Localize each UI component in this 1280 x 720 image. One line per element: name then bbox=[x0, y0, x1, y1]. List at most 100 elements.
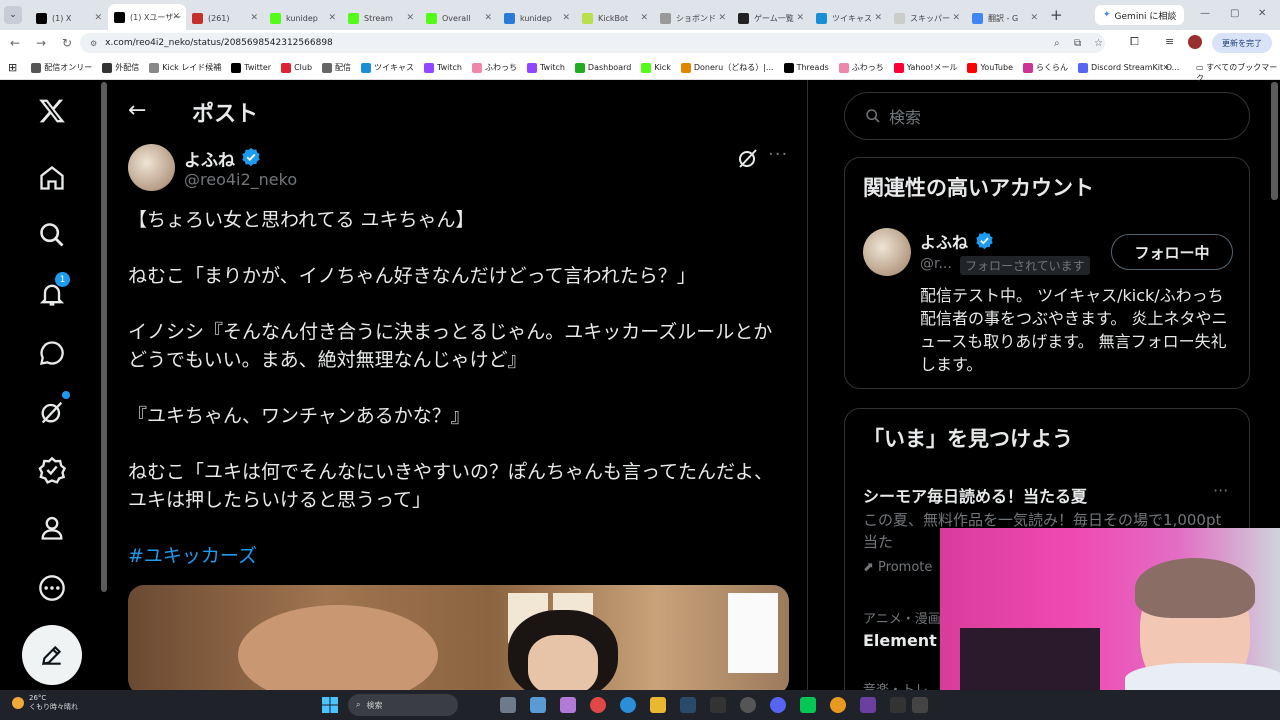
tab-close-icon[interactable]: ✕ bbox=[328, 13, 336, 23]
tab-close-icon[interactable]: ✕ bbox=[640, 13, 648, 23]
taskbar-search[interactable]: ⌕ 検索 bbox=[348, 694, 458, 716]
extensions-icon[interactable]: ⧠ bbox=[1130, 35, 1139, 49]
bookmark-item[interactable]: Kick レイド候補 bbox=[149, 62, 221, 73]
following-button[interactable]: フォロー中 bbox=[1111, 234, 1233, 270]
update-button[interactable]: 更新を完了 bbox=[1212, 33, 1272, 53]
back-arrow-icon[interactable]: ← bbox=[128, 98, 146, 123]
browser-tab[interactable]: ゲーム一覧 ✕ bbox=[732, 6, 810, 30]
bookmark-item[interactable]: ふわっち bbox=[838, 62, 884, 73]
tab-close-icon[interactable]: ✕ bbox=[406, 13, 414, 23]
windows-start-icon[interactable] bbox=[322, 697, 338, 713]
app-icon[interactable] bbox=[560, 697, 576, 713]
maximize-icon[interactable]: ▢ bbox=[1230, 8, 1239, 19]
browser-tab[interactable]: (1) Xユーザー ✕ bbox=[108, 4, 186, 30]
apps-icon[interactable]: ⊞ bbox=[8, 61, 17, 74]
home-icon[interactable] bbox=[33, 159, 71, 197]
edge-icon[interactable] bbox=[620, 697, 636, 713]
zoom-icon[interactable]: ⌕ bbox=[1054, 38, 1060, 49]
page-scrollbar[interactable] bbox=[101, 82, 107, 592]
bookmark-star-icon[interactable]: ☆ bbox=[1094, 38, 1103, 49]
file-explorer-icon[interactable] bbox=[650, 697, 666, 713]
account-avatar[interactable] bbox=[863, 228, 911, 276]
more-icon[interactable] bbox=[33, 569, 71, 607]
url-field[interactable]: ⚙ x.com/reo4i2_neko/status/2085698542312… bbox=[80, 33, 1105, 53]
notifications-icon[interactable]: 1 bbox=[33, 271, 71, 313]
tab-close-icon[interactable]: ✕ bbox=[952, 13, 960, 23]
bookmark-item[interactable]: 配信 bbox=[322, 62, 351, 73]
grok-explain-icon[interactable] bbox=[736, 146, 760, 170]
profile-icon[interactable] bbox=[33, 509, 71, 547]
browser-tab[interactable]: kunidep ✕ bbox=[264, 6, 342, 30]
bookmark-item[interactable]: 外配信 bbox=[102, 62, 139, 73]
author-handle[interactable]: @reo4i2_neko bbox=[184, 170, 297, 189]
post-media-image[interactable] bbox=[128, 585, 789, 695]
bookmark-item[interactable]: Twitch bbox=[526, 62, 565, 73]
author-name[interactable]: よふね bbox=[184, 146, 235, 171]
tab-search-dropdown[interactable]: ⌄ bbox=[4, 6, 22, 24]
account-handle[interactable]: @r... bbox=[920, 256, 952, 272]
tab-close-icon[interactable]: ✕ bbox=[1030, 13, 1038, 23]
browser-tab[interactable]: (261) ✕ bbox=[186, 6, 264, 30]
bookmark-item[interactable]: ふわっち bbox=[471, 62, 517, 73]
profile-avatar[interactable] bbox=[1188, 35, 1202, 49]
tab-close-icon[interactable]: ✕ bbox=[796, 13, 804, 23]
app-icon[interactable] bbox=[710, 697, 726, 713]
browser-tab[interactable]: (1) X ✕ bbox=[30, 6, 108, 30]
search-icon[interactable] bbox=[33, 216, 71, 254]
author-avatar[interactable] bbox=[128, 144, 175, 191]
browser-tab[interactable]: kunidep ✕ bbox=[498, 6, 576, 30]
app-icon[interactable] bbox=[890, 697, 906, 713]
close-icon[interactable]: ✕ bbox=[1258, 8, 1266, 19]
steam-icon[interactable] bbox=[680, 697, 696, 713]
bookmark-item[interactable]: らくらん bbox=[1023, 62, 1068, 73]
verified-orgs-icon[interactable] bbox=[33, 451, 71, 489]
tab-close-icon[interactable]: ✕ bbox=[484, 13, 492, 23]
trend-name[interactable]: シーモア毎日読める！当たる夏 bbox=[863, 483, 1087, 507]
bookmark-item[interactable]: Dashboard bbox=[574, 62, 631, 73]
tab-close-icon[interactable]: ✕ bbox=[94, 13, 102, 23]
site-info-icon[interactable]: ⚙ bbox=[90, 39, 97, 48]
app-icon[interactable] bbox=[860, 697, 876, 713]
bookmark-item[interactable]: Kick bbox=[641, 62, 671, 73]
tab-close-icon[interactable]: ✕ bbox=[718, 13, 726, 23]
task-view-icon[interactable] bbox=[500, 697, 516, 713]
install-icon[interactable]: ⧉ bbox=[1074, 38, 1081, 49]
bookmark-item[interactable]: Club bbox=[281, 62, 312, 73]
copilot-icon[interactable] bbox=[530, 697, 546, 713]
line-icon[interactable] bbox=[800, 697, 816, 713]
compose-button[interactable] bbox=[22, 625, 82, 685]
browser-tab[interactable]: 翻訳 - G ✕ bbox=[966, 6, 1044, 30]
browser-tab[interactable]: ショボンド ✕ bbox=[654, 6, 732, 30]
media-control-icon[interactable]: ≡ bbox=[1165, 35, 1174, 48]
browser-tab[interactable]: Stream ✕ bbox=[342, 6, 420, 30]
bookmark-item[interactable]: Twitch bbox=[424, 62, 462, 73]
bookmark-item[interactable]: Twitter bbox=[231, 62, 271, 73]
grok-icon[interactable] bbox=[33, 391, 71, 431]
account-name[interactable]: よふね bbox=[920, 229, 968, 253]
chrome-icon[interactable] bbox=[590, 697, 606, 713]
bookmark-item[interactable]: ツイキャス bbox=[361, 62, 414, 73]
bookmark-item[interactable]: Doneru（どねる）|... bbox=[680, 62, 774, 73]
weather-widget[interactable]: 26°C くもり時々晴れ bbox=[12, 694, 78, 712]
app-icon[interactable] bbox=[830, 697, 846, 713]
terminal-icon[interactable] bbox=[912, 697, 928, 713]
reload-icon[interactable]: ↻ bbox=[56, 36, 78, 50]
browser-tab[interactable]: ツイキャス ✕ bbox=[810, 6, 888, 30]
bookmark-item[interactable]: Threads bbox=[783, 62, 829, 73]
trend-more-icon[interactable]: ··· bbox=[1213, 481, 1228, 500]
discord-icon[interactable] bbox=[770, 697, 786, 713]
bookmarks-overflow-icon[interactable]: » bbox=[1163, 62, 1169, 73]
new-tab-button[interactable]: + bbox=[1050, 6, 1063, 24]
search-input[interactable]: 検索 bbox=[844, 92, 1250, 140]
bookmark-item[interactable]: 配信オンリー bbox=[31, 62, 92, 73]
forward-icon[interactable]: → bbox=[30, 36, 52, 50]
back-icon[interactable]: ← bbox=[4, 36, 26, 50]
browser-tab[interactable]: KickBot ✕ bbox=[576, 6, 654, 30]
tab-close-icon[interactable]: ✕ bbox=[874, 13, 882, 23]
browser-tab[interactable]: Overall ✕ bbox=[420, 6, 498, 30]
bookmark-item[interactable]: YouTube bbox=[967, 62, 1013, 73]
minimize-icon[interactable]: — bbox=[1200, 8, 1210, 19]
page-scrollbar[interactable] bbox=[1271, 82, 1278, 200]
tab-close-icon[interactable]: ✕ bbox=[562, 13, 570, 23]
gemini-button[interactable]: ✦ Gemini に相談 bbox=[1095, 5, 1185, 25]
